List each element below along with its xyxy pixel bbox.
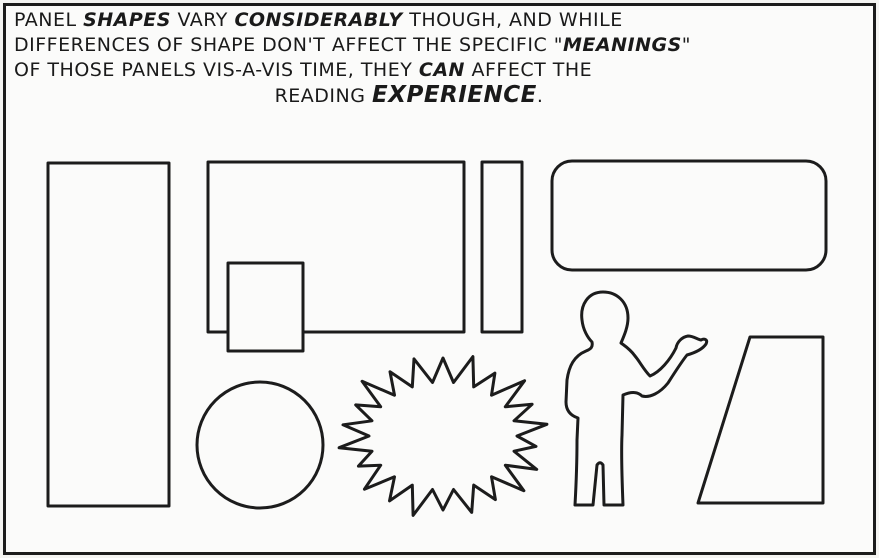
rounded-rectangle-shape: [550, 159, 828, 272]
trapezoid-shape: [696, 335, 825, 505]
small-square-shape: [226, 261, 305, 353]
panel-shapes-illustration: [46, 159, 828, 517]
tall-rectangle-shape: [46, 161, 171, 508]
starburst-shape: [337, 355, 549, 517]
circle-shape: [195, 380, 325, 510]
narrow-rectangle-shape: [480, 160, 524, 334]
person-silhouette-shape: [564, 290, 709, 507]
